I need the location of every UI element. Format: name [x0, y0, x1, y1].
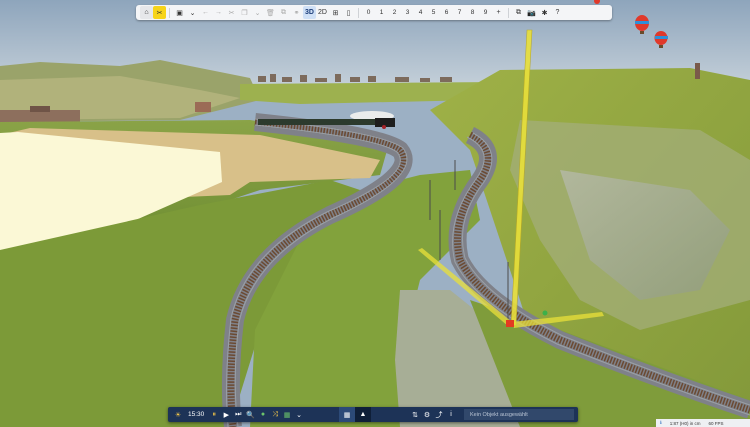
- tower: [695, 63, 700, 79]
- globe-button[interactable]: ●: [257, 408, 269, 421]
- fast-forward-button[interactable]: ⏭: [232, 408, 244, 421]
- divider: [169, 7, 170, 18]
- sort-icon: ⇅: [412, 411, 418, 419]
- view-terrain-toggle[interactable]: ▲: [355, 407, 371, 422]
- undo-icon: ←: [202, 9, 209, 16]
- shuffle-icon: ⤨: [272, 410, 278, 418]
- chevron-down-icon: ⌄: [296, 411, 302, 419]
- tracks-button[interactable]: ⤴: [433, 408, 445, 421]
- layers-menu-button[interactable]: ⌄: [293, 408, 305, 421]
- duplicate-button[interactable]: ⧉: [277, 6, 290, 19]
- page-icon: ▯: [346, 9, 351, 17]
- sun-icon: ☀: [174, 411, 182, 419]
- view-3d-button[interactable]: 3D: [303, 6, 316, 19]
- layers-icon: ▦: [283, 411, 291, 419]
- play-icon: ▶: [223, 411, 229, 419]
- search-icon: 🔍: [246, 411, 255, 419]
- redo-button[interactable]: →: [212, 6, 225, 19]
- camera-slot-6[interactable]: 6: [440, 6, 453, 19]
- add-camera-button[interactable]: +: [492, 6, 505, 19]
- window-icon: ⧉: [516, 8, 521, 16]
- link-button[interactable]: ⚭: [290, 6, 303, 19]
- grid-view-icon: ▦: [343, 411, 351, 419]
- info-icon: ℹ: [660, 420, 662, 425]
- puzzle-icon: ✱: [541, 9, 548, 17]
- save-button[interactable]: ▣: [173, 6, 186, 19]
- info-icon: i: [450, 411, 452, 418]
- save-menu-button[interactable]: ⌄: [186, 6, 199, 19]
- cut-icon: ✂: [228, 9, 235, 17]
- view-grid-toggle[interactable]: ▦: [339, 407, 355, 422]
- weather-button[interactable]: ☀: [172, 408, 184, 421]
- tools-icon: ✂: [156, 9, 163, 17]
- play-button[interactable]: ▶: [220, 408, 232, 421]
- tools-button[interactable]: ✂: [153, 6, 166, 19]
- grid-icon: ⊞: [332, 9, 339, 17]
- divider: [508, 7, 509, 18]
- divider: [358, 7, 359, 18]
- cut-button[interactable]: ✂: [225, 6, 238, 19]
- fps-label: 60 FPS: [708, 420, 724, 426]
- pause-button[interactable]: ⏸: [208, 408, 220, 421]
- camera-slot-1[interactable]: 1: [375, 6, 388, 19]
- undo-button[interactable]: ←: [199, 6, 212, 19]
- camera-slot-8[interactable]: 8: [466, 6, 479, 19]
- view-2d-button[interactable]: 2D: [316, 6, 329, 19]
- selection-status: Kein Objekt ausgewählt: [464, 409, 574, 420]
- camera-slot-5[interactable]: 5: [427, 6, 440, 19]
- delete-button[interactable]: 🗑: [264, 6, 277, 19]
- plus-icon: +: [496, 9, 501, 16]
- track-icon: ⤴: [435, 411, 443, 419]
- redo-icon: →: [215, 9, 222, 16]
- terrain-icon: ▲: [359, 411, 367, 418]
- simulation-bar: ☀ 15:30 ⏸ ▶ ⏭ 🔍 ● ⤨ ▦ ⌄ ▦ ▲ ⇅ ⚙ ⤴ i Kein…: [168, 407, 578, 422]
- duplicate-icon: ⧉: [281, 8, 286, 16]
- copy-button[interactable]: ❐: [238, 6, 251, 19]
- help-icon: ?: [555, 9, 560, 16]
- paste-button[interactable]: ⌄: [251, 6, 264, 19]
- camera-slot-3[interactable]: 3: [401, 6, 414, 19]
- main-toolbar: ⌂ ✂ ▣ ⌄ ← → ✂ ❐ ⌄ 🗑 ⧉ ⚭ 3D 2D ⊞ ▯ 0 1 2 …: [136, 5, 612, 20]
- plugins-button[interactable]: ✱: [538, 6, 551, 19]
- home-icon: ⌂: [144, 9, 149, 16]
- camera-slot-7[interactable]: 7: [453, 6, 466, 19]
- paste-icon: ⌄: [254, 9, 261, 17]
- clock-display[interactable]: 15:30: [184, 408, 208, 421]
- search-button[interactable]: 🔍: [244, 408, 257, 421]
- pause-icon: ⏸: [212, 410, 217, 418]
- home-button[interactable]: ⌂: [140, 6, 153, 19]
- shuffle-button[interactable]: ⤨: [269, 408, 281, 421]
- window-button[interactable]: ⧉: [512, 6, 525, 19]
- save-icon: ▣: [176, 9, 183, 17]
- globe-icon: ●: [260, 411, 266, 418]
- settings-button[interactable]: ⚙: [421, 408, 433, 421]
- link-icon: ⚭: [293, 9, 300, 17]
- layout-3d-viewport[interactable]: [0, 0, 750, 427]
- grid-button[interactable]: ⊞: [329, 6, 342, 19]
- layers-button[interactable]: ▦: [281, 408, 293, 421]
- scale-label: 1:87 (H0) in cm: [669, 420, 701, 426]
- sort-button[interactable]: ⇅: [409, 408, 421, 421]
- camera-slot-9[interactable]: 9: [479, 6, 492, 19]
- info-button[interactable]: i: [445, 408, 457, 421]
- gear-icon: ⚙: [423, 411, 431, 419]
- camera-slot-2[interactable]: 2: [388, 6, 401, 19]
- page-button[interactable]: ▯: [342, 6, 355, 19]
- trash-icon: 🗑: [266, 9, 275, 17]
- camera-slot-4[interactable]: 4: [414, 6, 427, 19]
- screenshot-button[interactable]: 📷: [525, 6, 538, 19]
- status-corner: ℹ 1:87 (H0) in cm 60 FPS: [656, 419, 750, 427]
- camera-slot-0[interactable]: 0: [362, 6, 375, 19]
- camera-icon: 📷: [527, 9, 536, 17]
- chevron-down-icon: ⌄: [189, 9, 196, 17]
- help-button[interactable]: ?: [551, 6, 564, 19]
- copy-icon: ❐: [241, 9, 248, 17]
- fast-forward-icon: ⏭: [235, 410, 242, 418]
